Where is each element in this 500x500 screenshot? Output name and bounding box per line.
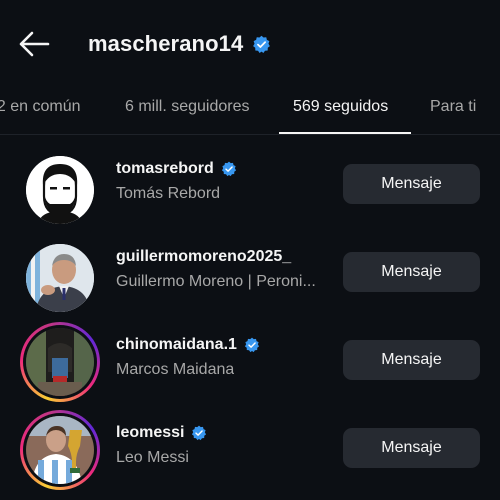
avatar[interactable] xyxy=(26,416,94,484)
avatar[interactable] xyxy=(26,156,94,224)
username[interactable]: guillermomoreno2025_ xyxy=(116,248,291,266)
cartoon-avatar-image xyxy=(26,156,94,224)
full-name: Marcos Maidana xyxy=(116,361,235,378)
tab-followers[interactable]: 6 mill. seguidores xyxy=(125,98,250,116)
tab-following[interactable]: 569 seguidos xyxy=(293,98,388,116)
message-button[interactable]: Mensaje xyxy=(343,164,480,204)
verified-badge-icon xyxy=(244,337,259,353)
profile-title-group: mascherano14 xyxy=(88,30,271,58)
tabs-divider xyxy=(0,134,500,135)
profile-photo-image xyxy=(26,244,94,312)
profile-photo-image xyxy=(26,328,94,396)
arrow-left-icon[interactable] xyxy=(18,30,50,58)
profile-photo-image xyxy=(26,416,94,484)
full-name: Tomás Rebord xyxy=(116,185,221,202)
username[interactable]: leomessi xyxy=(116,424,184,442)
username-group: chinomaidana.1 xyxy=(116,336,260,354)
message-button[interactable]: Mensaje xyxy=(343,252,480,292)
list-item[interactable]: leomessi Leo Messi Mensaje xyxy=(0,404,500,492)
list-item[interactable]: guillermomoreno2025_ Guillermo Moreno | … xyxy=(0,228,500,316)
tab-mutual[interactable]: 32 en común xyxy=(0,98,81,116)
username-group: tomasrebord xyxy=(116,160,237,178)
username[interactable]: chinomaidana.1 xyxy=(116,336,237,354)
verified-badge-icon xyxy=(253,35,271,53)
page-title: mascherano14 xyxy=(88,31,244,56)
follow-tabs: 32 en común 6 mill. seguidores 569 segui… xyxy=(0,86,500,136)
list-item[interactable]: chinomaidana.1 Marcos Maidana Mensaje xyxy=(0,316,500,404)
full-name: Guillermo Moreno | Peroni... xyxy=(116,273,316,290)
avatar[interactable] xyxy=(26,328,94,396)
verified-badge-icon xyxy=(221,161,236,177)
full-name: Leo Messi xyxy=(116,449,189,466)
username-group: guillermomoreno2025_ xyxy=(116,248,291,266)
verified-badge-icon xyxy=(192,425,207,441)
list-item[interactable]: tomasrebord Tomás Rebord Mensaje xyxy=(0,140,500,228)
username[interactable]: tomasrebord xyxy=(116,160,214,178)
tab-suggested[interactable]: Para ti xyxy=(430,98,476,116)
avatar[interactable] xyxy=(26,244,94,312)
top-bar: mascherano14 xyxy=(0,0,500,86)
username-group: leomessi xyxy=(116,424,207,442)
message-button[interactable]: Mensaje xyxy=(343,428,480,468)
message-button[interactable]: Mensaje xyxy=(343,340,480,380)
